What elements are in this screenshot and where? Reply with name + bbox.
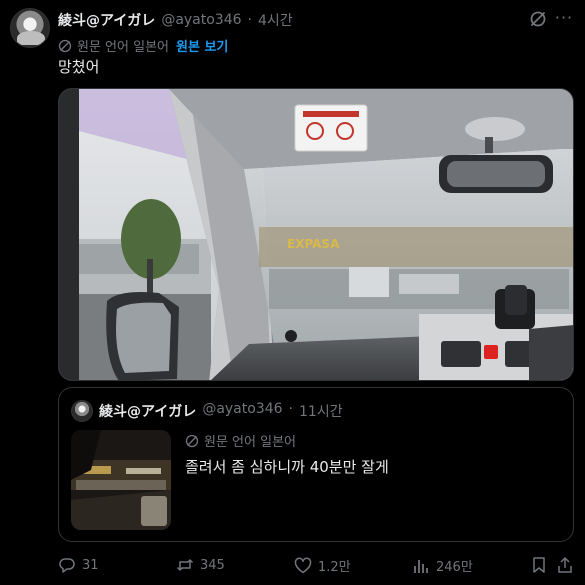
repost-button[interactable]: 345 — [176, 556, 225, 574]
display-name[interactable]: 綾斗@アイガレ — [58, 10, 155, 30]
tweet-text: 망쳤어 — [58, 58, 100, 76]
tweet-header: 綾斗@アイガレ @ayato346 · 4시간 — [58, 10, 545, 30]
share-icon — [558, 556, 572, 573]
views-icon — [414, 559, 428, 573]
reply-icon — [59, 558, 75, 573]
action-bar: 31 345 1.2만 246만 — [58, 556, 574, 576]
quoted-tweet[interactable]: 綾斗@アイガレ @ayato346 · 11시간 원문 언어 일본어 졸려서 좀… — [58, 387, 574, 542]
quoted-handle: @ayato346 — [202, 401, 283, 417]
repost-count: 345 — [200, 557, 225, 573]
share-button[interactable] — [556, 556, 574, 574]
tweet-media-photo[interactable]: EXPASA — [58, 88, 574, 381]
show-original-link[interactable]: 원본 보기 — [176, 36, 228, 55]
globe-icon — [185, 434, 199, 447]
globe-icon — [58, 39, 72, 52]
translation-notice: 원문 언어 일본어 원본 보기 — [58, 36, 228, 55]
quoted-timestamp: 11시간 — [299, 404, 343, 420]
repost-icon — [176, 558, 194, 572]
grok-icon[interactable] — [529, 10, 547, 28]
like-icon — [294, 557, 312, 573]
bookmark-button[interactable] — [530, 556, 548, 574]
quoted-translation-label: 원문 언어 일본어 — [204, 435, 296, 450]
more-icon[interactable]: ··· — [553, 8, 575, 28]
reply-button[interactable]: 31 — [58, 556, 99, 574]
timestamp[interactable]: 4시간 — [258, 10, 293, 30]
quoted-tweet-header: 綾斗@アイガレ @ayato346 · 11시간 — [99, 401, 343, 421]
translation-source-label: 원문 언어 일본어 — [77, 40, 169, 55]
expasa-sign: EXPASA — [287, 237, 340, 251]
quoted-separator-dot: · — [288, 401, 293, 417]
quoted-media-thumbnail[interactable] — [71, 430, 171, 530]
bookmark-icon — [533, 557, 545, 573]
quoted-avatar — [71, 400, 93, 422]
quoted-translation-notice: 원문 언어 일본어 — [185, 431, 296, 450]
quoted-tweet-text: 졸려서 좀 심하니까 40분만 잘게 — [185, 458, 389, 476]
views-button[interactable]: 246만 — [412, 556, 473, 575]
like-count: 1.2만 — [318, 560, 351, 575]
separator-dot: · — [247, 12, 252, 28]
avatar[interactable] — [10, 8, 50, 48]
quoted-display-name: 綾斗@アイガレ — [99, 404, 197, 420]
reply-count: 31 — [82, 557, 99, 573]
handle[interactable]: @ayato346 — [161, 12, 241, 28]
views-count: 246만 — [436, 560, 473, 575]
like-button[interactable]: 1.2만 — [294, 556, 351, 575]
